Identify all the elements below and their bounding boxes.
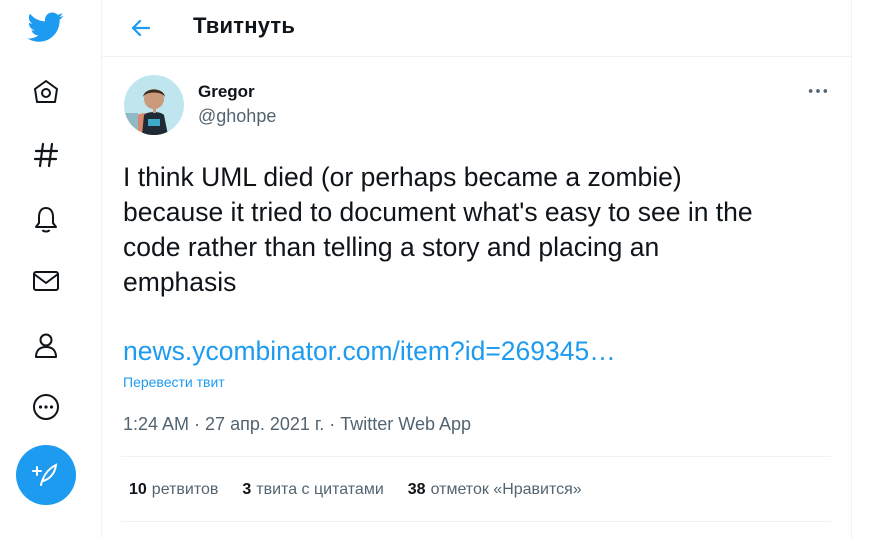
quotes-label: твита с цитатами: [256, 481, 384, 498]
meta-separator: ·: [189, 414, 206, 434]
tweet-time[interactable]: 1:24 AM: [123, 414, 189, 434]
retweets-stat[interactable]: 10 ретвитов: [129, 481, 218, 499]
profile-icon[interactable]: [26, 325, 66, 365]
tweet-source[interactable]: Twitter Web App: [340, 414, 471, 434]
tweet-stats: 10 ретвитов 3 твита с цитатами 38 отметок «…: [129, 481, 582, 499]
divider: [121, 456, 831, 457]
compose-tweet-icon: [31, 460, 61, 490]
tweet-meta: 1:24 AM · 27 апр. 2021 г. · Twitter Web …: [123, 414, 471, 435]
hashtag-icon[interactable]: [26, 135, 66, 175]
page-header: Твитнуть: [102, 0, 851, 57]
retweets-label: ретвитов: [151, 481, 219, 498]
retweets-count: 10: [129, 481, 147, 498]
author-handle[interactable]: @ghohpe: [198, 106, 276, 127]
more-circle-icon[interactable]: [26, 387, 66, 427]
quotes-count: 3: [242, 481, 252, 498]
arrow-left-icon: [129, 16, 153, 40]
home-icon[interactable]: [26, 72, 66, 112]
tweet-text: I think UML died (or perhaps became a zo…: [123, 162, 753, 297]
bell-icon[interactable]: [26, 199, 66, 239]
quotes-stat[interactable]: 3 твита с цитатами: [242, 481, 383, 499]
back-button[interactable]: [124, 11, 158, 45]
divider: [121, 521, 831, 522]
twitter-bird-icon[interactable]: [25, 6, 67, 48]
mail-icon[interactable]: [26, 261, 66, 301]
tweet-detail-panel: Твитнуть Gregor @ghohpe I think UML died…: [101, 0, 852, 538]
tweet-date[interactable]: 27 апр. 2021 г.: [205, 414, 324, 434]
likes-count: 38: [407, 481, 426, 498]
author-name[interactable]: Gregor: [198, 82, 255, 102]
more-horizontal-icon: [807, 87, 829, 95]
meta-separator: ·: [324, 414, 341, 434]
tweet-link[interactable]: news.ycombinator.com/item?id=269345…: [123, 334, 616, 369]
translate-tweet-link[interactable]: Перевести твит: [123, 374, 225, 390]
compose-tweet-button[interactable]: [16, 445, 76, 505]
avatar[interactable]: [124, 75, 184, 135]
page-title: Твитнуть: [193, 13, 296, 38]
more-options-button[interactable]: [802, 80, 834, 102]
sidebar-nav: [0, 0, 92, 538]
likes-stat[interactable]: 38 отметок «Нравится»: [408, 481, 582, 499]
likes-label: отметок «Нравится»: [430, 481, 582, 498]
